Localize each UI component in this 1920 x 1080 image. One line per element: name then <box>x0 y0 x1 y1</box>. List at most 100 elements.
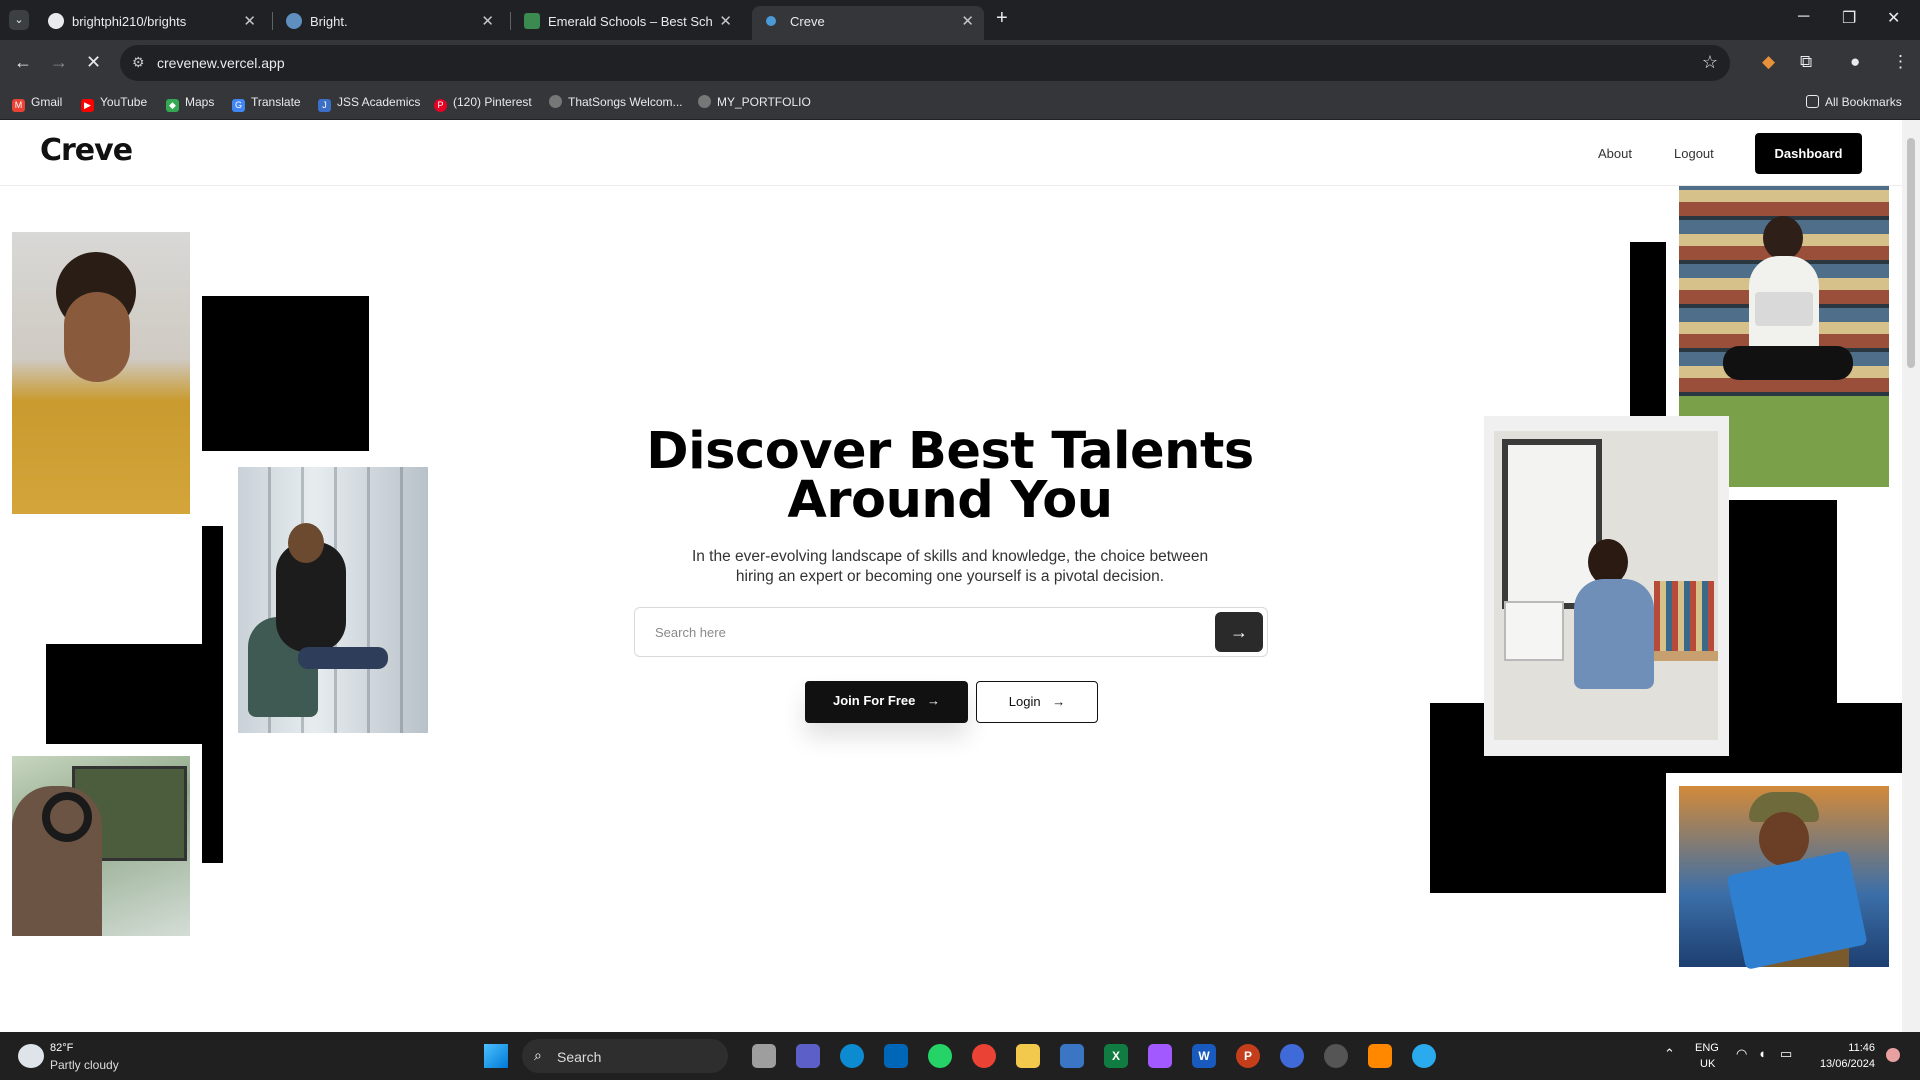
vscode-icon[interactable] <box>884 1044 908 1068</box>
minimize-icon[interactable]: ─ <box>1798 8 1809 26</box>
teams-icon[interactable] <box>796 1044 820 1068</box>
clock-date[interactable]: 13/06/2024 <box>1815 1058 1875 1070</box>
microsoft-store-icon[interactable] <box>1060 1044 1084 1068</box>
bookmark-pinterest[interactable]: P (120) Pinterest <box>434 95 532 112</box>
app-icon[interactable] <box>1280 1044 1304 1068</box>
edge-icon[interactable] <box>840 1044 864 1068</box>
close-tab-icon[interactable]: ✕ <box>719 12 732 30</box>
taskbar-search-label: Search <box>557 1049 602 1065</box>
hero-subtitle: In the ever-evolving landscape of skills… <box>691 548 1209 585</box>
wifi-icon[interactable]: ◠ <box>1736 1046 1747 1062</box>
tab-title: Creve <box>790 14 825 29</box>
menu-kebab-icon[interactable]: ⋮ <box>1892 52 1909 72</box>
back-icon[interactable]: ← <box>14 52 32 73</box>
forward-icon[interactable]: → <box>50 52 68 73</box>
webpage: Creve About Logout Dashboard Discover Be… <box>0 120 1920 1032</box>
bookmark-portfolio[interactable]: MY_PORTFOLIO <box>698 95 811 109</box>
search-input[interactable] <box>655 620 1195 644</box>
dashboard-button[interactable]: Dashboard <box>1755 133 1862 174</box>
translate-icon: G <box>232 99 245 112</box>
login-label: Login <box>1008 694 1041 709</box>
bookmark-maps[interactable]: ◆ Maps <box>166 95 214 112</box>
arrow-right-icon: → <box>926 693 940 708</box>
jss-icon: J <box>318 99 331 112</box>
close-window-icon[interactable]: ✕ <box>1887 8 1900 28</box>
close-tab-icon[interactable]: ✕ <box>481 12 494 30</box>
word-icon[interactable]: W <box>1192 1044 1216 1068</box>
search-icon: ⌕ <box>534 1047 542 1063</box>
search-submit-arrow-icon[interactable]: → <box>1215 612 1263 652</box>
address-bar[interactable]: ⚙ crevenew.vercel.app ☆ <box>120 45 1730 81</box>
bookmark-label: Translate <box>251 95 301 109</box>
figma-icon[interactable] <box>1148 1044 1172 1068</box>
stop-loading-icon[interactable]: ✕ <box>86 52 101 73</box>
tab-bright[interactable]: Bright. ✕ <box>272 6 504 40</box>
profile-avatar-icon[interactable]: ● <box>1850 52 1860 72</box>
photo-headphones-coder <box>12 756 190 936</box>
url-text[interactable]: crevenew.vercel.app <box>157 55 285 71</box>
creve-logo[interactable]: Creve <box>40 133 133 168</box>
battery-icon[interactable]: ▭ <box>1780 1046 1792 1062</box>
page-scrollbar[interactable] <box>1902 120 1920 1032</box>
vlc-icon[interactable] <box>1368 1044 1392 1068</box>
nav-about-link[interactable]: About <box>1598 146 1632 161</box>
volume-icon[interactable]: ◖ <box>1758 1046 1766 1061</box>
tab-github[interactable]: brightphi210/brights ✕ <box>34 6 266 40</box>
maps-icon: ◆ <box>166 99 179 112</box>
bookmark-label: Maps <box>185 95 215 109</box>
photo-man-desk <box>1494 431 1718 740</box>
chevron-up-icon[interactable]: ⌃ <box>1664 1046 1675 1062</box>
bookmark-youtube[interactable]: ▶ YouTube <box>81 95 147 112</box>
bookmark-label: YouTube <box>100 95 148 109</box>
browser-toolbar: ← → ✕ ⚙ crevenew.vercel.app ☆ ◆ ⧉ ● ⋮ <box>0 40 1920 86</box>
scrollbar-thumb[interactable] <box>1907 138 1915 368</box>
tab-search-icon[interactable]: ⌄ <box>9 10 29 30</box>
bookmark-label: Gmail <box>31 95 63 109</box>
bookmark-translate[interactable]: G Translate <box>232 95 301 112</box>
bookmark-label: (120) Pinterest <box>453 95 532 109</box>
nav-logout-link[interactable]: Logout <box>1674 146 1714 161</box>
bookmark-jss-academics[interactable]: J JSS Academics <box>318 95 420 112</box>
taskbar-search[interactable]: ⌕ Search <box>522 1039 728 1073</box>
tab-title: brightphi210/brights <box>72 14 187 29</box>
bookmark-gmail[interactable]: M Gmail <box>12 95 62 112</box>
restore-icon[interactable]: ❐ <box>1842 8 1856 28</box>
clock-time[interactable]: 11:46 <box>1815 1042 1875 1054</box>
metamask-extension-icon[interactable]: ◆ <box>1762 52 1775 72</box>
tab-creve[interactable]: Creve ✕ <box>752 6 984 40</box>
decor-block <box>202 296 369 451</box>
powerpoint-icon[interactable]: P <box>1236 1044 1260 1068</box>
close-tab-icon[interactable]: ✕ <box>961 12 974 30</box>
join-for-free-button[interactable]: Join For Free → <box>805 681 968 723</box>
search-bar: → <box>634 607 1268 657</box>
language-indicator[interactable]: ENG <box>1695 1042 1719 1054</box>
language-region[interactable]: UK <box>1700 1058 1715 1070</box>
photo-teen-studying <box>12 232 190 514</box>
weather-description[interactable]: Partly cloudy <box>50 1058 119 1072</box>
weather-cloud-icon[interactable] <box>18 1044 44 1068</box>
telegram-icon[interactable] <box>1412 1044 1436 1068</box>
new-tab-icon[interactable]: + <box>996 7 1008 30</box>
whatsapp-icon[interactable] <box>928 1044 952 1068</box>
obs-icon[interactable] <box>1324 1044 1348 1068</box>
weather-temperature[interactable]: 82°F <box>50 1042 73 1054</box>
bookmark-label: ThatSongs Welcom... <box>568 95 683 109</box>
file-explorer-icon[interactable] <box>1016 1044 1040 1068</box>
close-tab-icon[interactable]: ✕ <box>243 12 256 30</box>
all-bookmarks[interactable]: All Bookmarks <box>1806 95 1902 109</box>
school-icon <box>524 13 540 29</box>
notification-badge[interactable] <box>1886 1048 1900 1062</box>
join-label: Join For Free <box>833 693 916 708</box>
pinterest-icon: P <box>434 99 447 112</box>
extensions-icon[interactable]: ⧉ <box>1800 52 1812 72</box>
login-button[interactable]: Login → <box>976 681 1098 723</box>
tab-title: Bright. <box>310 14 348 29</box>
bookmark-thatsongs[interactable]: ThatSongs Welcom... <box>549 95 683 109</box>
bookmark-star-icon[interactable]: ☆ <box>1702 52 1718 73</box>
chrome-icon[interactable] <box>972 1044 996 1068</box>
excel-icon[interactable]: X <box>1104 1044 1128 1068</box>
tab-emerald-schools[interactable]: Emerald Schools – Best School ✕ <box>510 6 742 40</box>
windows-start-icon[interactable] <box>484 1044 508 1068</box>
task-view-icon[interactable] <box>752 1044 776 1068</box>
site-info-icon[interactable]: ⚙ <box>132 54 145 71</box>
